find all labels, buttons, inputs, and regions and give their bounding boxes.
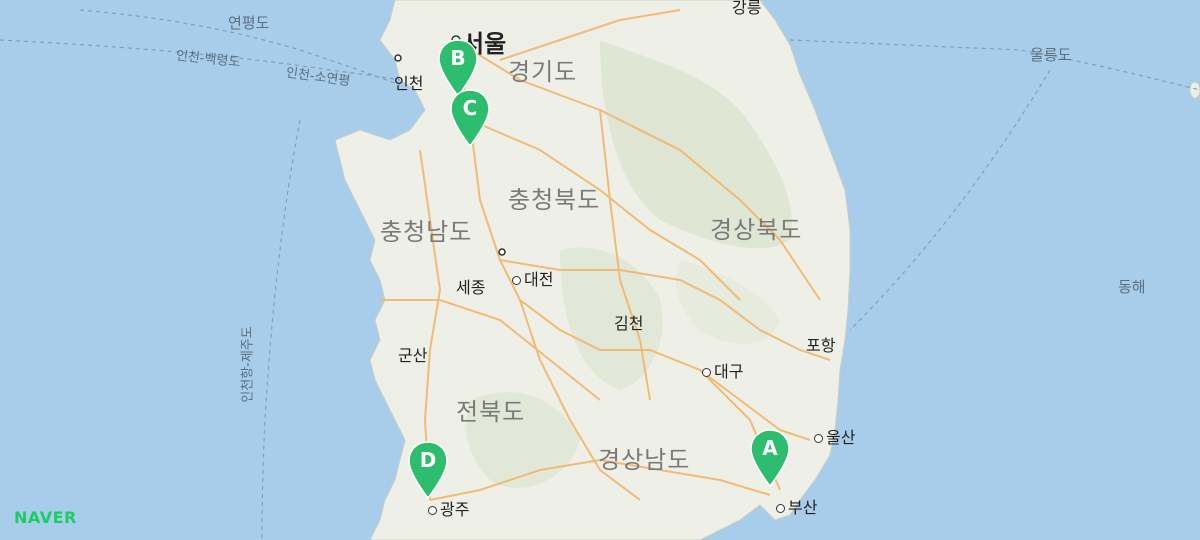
region-label-gyeongnam: 경상남도	[598, 446, 691, 474]
marker-letter: C	[462, 96, 478, 120]
city-label-daejeon-text: 대전	[524, 270, 554, 289]
marker-letter: B	[450, 46, 466, 70]
region-label-jeonbuk: 전북도	[456, 398, 526, 426]
island-label-yeonpyeong: 연평도	[228, 14, 270, 32]
city-label-incheon: 인천	[394, 74, 424, 93]
naver-logo: NAVER	[14, 508, 77, 527]
city-dot-icon	[512, 276, 521, 285]
map-marker-c[interactable]: C	[448, 88, 492, 150]
map-marker-a[interactable]: A	[748, 428, 792, 490]
city-label-ulsan-text: 울산	[826, 428, 856, 447]
city-label-daegu: 대구	[702, 358, 743, 382]
marker-letter: A	[762, 436, 778, 460]
city-dot-icon	[428, 506, 437, 515]
marker-letter: D	[419, 448, 437, 472]
map-marker-d[interactable]: D	[406, 440, 450, 502]
map-canvas[interactable]: 서울 인천 세종 대전 김천 군산 대구 포항 울산 부산 광주 강릉 경기도 …	[0, 0, 1200, 540]
city-dot-icon	[702, 368, 711, 377]
city-label-gwangju-text: 광주	[440, 500, 470, 519]
city-label-sejong: 세종	[456, 278, 486, 297]
region-label-chungnam: 충청남도	[380, 218, 473, 246]
city-dot-icon	[776, 504, 785, 513]
city-label-ulsan: 울산	[814, 424, 855, 448]
region-label-gyeongbuk: 경상북도	[710, 216, 803, 244]
city-label-daejeon: 대전	[512, 266, 553, 290]
island-label-ulleung: 울릉도	[1030, 46, 1072, 64]
route-label-jeju: 인천항-제주도	[240, 326, 256, 403]
city-label-busan-text: 부산	[788, 498, 818, 517]
region-label-gyeonggi: 경기도	[508, 58, 578, 86]
sea-label-east: 동해	[1118, 278, 1146, 296]
city-label-daegu-text: 대구	[714, 362, 744, 381]
city-label-gimcheon: 김천	[614, 314, 644, 333]
city-label-busan: 부산	[776, 494, 817, 518]
city-label-pohang: 포항	[806, 336, 836, 355]
region-label-chungbuk: 충청북도	[508, 186, 601, 214]
city-label-gunsan: 군산	[398, 346, 428, 365]
city-dot-icon	[814, 434, 823, 443]
city-label-gangneung: 강릉	[732, 0, 762, 17]
